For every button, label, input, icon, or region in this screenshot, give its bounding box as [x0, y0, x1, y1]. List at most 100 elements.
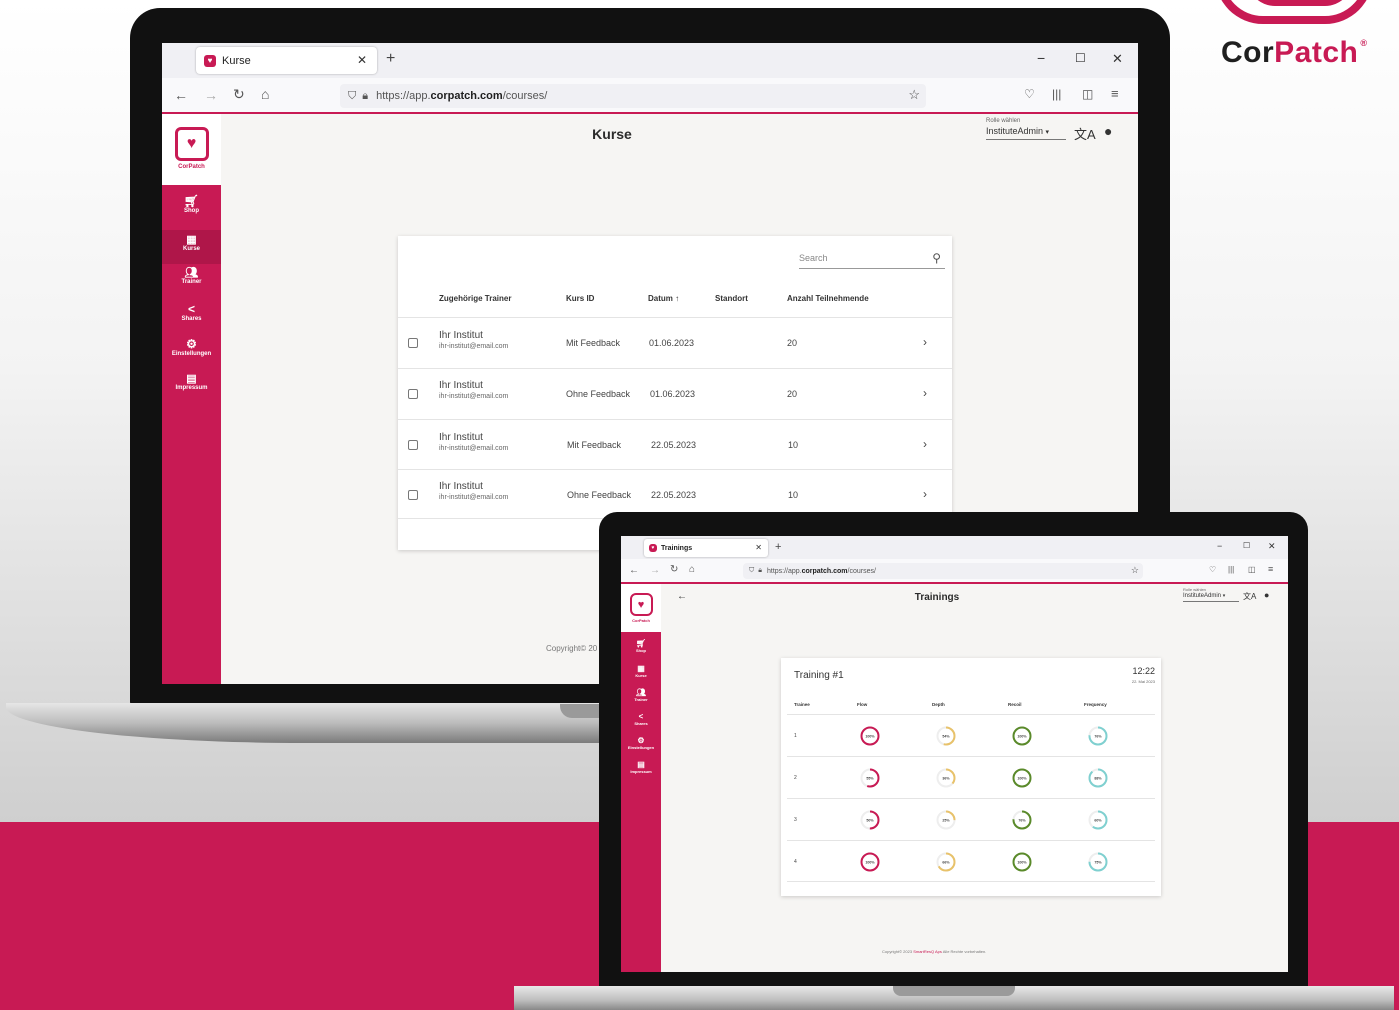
library-icon[interactable]: ||| — [1228, 565, 1234, 574]
minimize-icon[interactable]: − — [1037, 50, 1045, 66]
chevron-right-icon[interactable]: › — [923, 487, 927, 501]
recoil-value-label: 76% — [1018, 819, 1026, 823]
table-row[interactable]: Ihr Institut ihr-institut@email.com Mit F… — [398, 419, 952, 469]
sidebar-item-trainer[interactable]: 👥︎ Trainer — [621, 688, 661, 710]
search-icon[interactable]: ⚲ — [932, 251, 941, 265]
frequency-value-label: 88% — [1094, 777, 1102, 781]
sidebar-toggle-icon[interactable]: ◫ — [1248, 565, 1256, 574]
trainer-email: ihr-institut@email.com — [439, 494, 509, 501]
menu-icon[interactable]: ≡ — [1111, 86, 1119, 101]
address-bar[interactable]: ⛉ 🔒︎ https://app. corpatch.com/courses/ ☆ — [340, 84, 926, 108]
column-header-anzahl[interactable]: Anzahl Teilnehmende — [787, 294, 869, 303]
depth-value-label: 36% — [942, 777, 950, 781]
chevron-right-icon[interactable]: › — [923, 386, 927, 400]
sidebar-item-impressum[interactable]: ▤ Impressum — [162, 372, 221, 406]
tab-kurse[interactable]: Kurse ✕ — [196, 47, 377, 74]
copyright-suffix: Alle Rechte vorbehalten. — [941, 949, 987, 954]
pocket-icon[interactable]: ♡ — [1209, 565, 1216, 574]
close-tab-icon[interactable]: ✕ — [755, 543, 762, 552]
training-title: Training #1 — [794, 670, 844, 681]
close-window-icon[interactable]: ✕ — [1268, 541, 1276, 552]
pocket-icon[interactable]: ♡ — [1024, 87, 1035, 101]
close-tab-icon[interactable]: ✕ — [357, 53, 367, 67]
reload-icon[interactable]: ↻ — [670, 564, 678, 575]
forward-icon[interactable]: → — [204, 87, 218, 103]
cart-icon: 🛒︎ — [635, 639, 647, 648]
sidebar-toggle-icon[interactable]: ◫ — [1082, 87, 1093, 101]
reload-icon[interactable]: ↻ — [233, 86, 245, 103]
copyright-brand: SmartResQ Aps — [913, 949, 942, 954]
recoil-progress-ring: 100% — [1012, 768, 1032, 788]
column-header-trainer[interactable]: Zugehörige Trainer — [439, 294, 511, 303]
address-bar[interactable]: ⛉ 🔒︎ https://app. corpatch.com/courses/ ☆ — [743, 563, 1143, 579]
tab-trainings[interactable]: Trainings ✕ — [644, 539, 768, 557]
page-title: Trainings — [914, 592, 960, 603]
table-row[interactable]: Ihr Institut ihr-institut@email.com Mit F… — [398, 317, 952, 368]
trainer-name: Ihr Institut — [439, 330, 483, 341]
maximize-icon[interactable]: ☐ — [1243, 541, 1250, 550]
kurs-id: Mit Feedback — [567, 440, 622, 450]
column-header-kurs-id[interactable]: Kurs ID — [566, 294, 594, 303]
sidebar-item-einstellungen[interactable]: ⚙ Einstellungen — [162, 337, 221, 371]
trainer-name: Ihr Institut — [439, 481, 483, 492]
column-header-datum[interactable]: Datum ↑ — [648, 294, 679, 303]
sidebar-item-trainer[interactable]: 👥︎ Trainer — [162, 266, 221, 300]
back-icon[interactable]: ← — [174, 87, 188, 103]
sidebar-logo[interactable]: CorPatch — [162, 114, 221, 185]
frequency-progress-ring: 75% — [1088, 852, 1108, 872]
role-selector[interactable]: Rolle wählen InstituteAdmin ▾ — [1183, 587, 1239, 602]
sidebar-item-label: Einstellungen — [171, 351, 212, 357]
sidebar-item-shop[interactable]: 🛒︎ Shop — [162, 194, 221, 228]
translate-icon[interactable]: 文A — [1243, 591, 1256, 602]
maximize-icon[interactable]: ☐ — [1075, 51, 1086, 65]
training-card: Training #1 12:22 22. Mai 2023 Trainee F… — [781, 658, 1161, 896]
forward-icon[interactable]: → — [650, 565, 660, 576]
small-laptop-screen: Trainings ✕ + − ☐ ✕ ← → ↻ ⌂ ⛉ 🔒︎ https:/… — [621, 536, 1288, 972]
sidebar-logo[interactable]: CorPatch — [621, 584, 661, 632]
logo-text-cor: Cor — [1221, 36, 1275, 69]
sidebar-item-impressum[interactable]: ▤ Impressum — [621, 760, 661, 782]
home-icon[interactable]: ⌂ — [689, 564, 695, 575]
translate-icon[interactable]: 文A — [1074, 124, 1096, 143]
tab-title: Kurse — [222, 54, 251, 67]
row-checkbox[interactable] — [408, 389, 418, 399]
row-checkbox[interactable] — [408, 338, 418, 348]
sidebar-item-label: Shop — [636, 648, 646, 653]
sidebar-item-einstellungen[interactable]: ⚙ Einstellungen — [621, 736, 661, 758]
home-icon[interactable]: ⌂ — [261, 86, 269, 102]
app-content: CorPatch 🛒︎Shop ▦Kurse 👥︎Trainer <Shares… — [621, 584, 1288, 972]
nav-bar: ← → ↻ ⌂ ⛉ 🔒︎ https://app. corpatch.com/co… — [621, 559, 1288, 584]
role-selector[interactable]: Rolle wählen InstituteAdmin ▾ — [986, 118, 1066, 140]
sidebar-item-shop[interactable]: 🛒︎ Shop — [621, 639, 661, 661]
account-icon[interactable]: ● — [1264, 590, 1269, 600]
bookmark-star-icon[interactable]: ☆ — [908, 87, 920, 103]
close-window-icon[interactable]: ✕ — [1112, 51, 1123, 67]
trainer-name: Ihr Institut — [439, 380, 483, 391]
library-icon[interactable]: ||| — [1052, 87, 1061, 101]
sidebar-item-kurse[interactable]: ▦ Kurse — [621, 664, 661, 686]
new-tab-icon[interactable]: + — [775, 541, 781, 553]
sidebar-item-shares[interactable]: < Shares — [162, 302, 221, 336]
corpatch-logo-icon — [174, 127, 209, 161]
chevron-right-icon[interactable]: › — [923, 335, 927, 349]
column-header-standort[interactable]: Standort — [715, 294, 748, 303]
search-field[interactable]: Search ⚲ — [799, 251, 945, 269]
back-icon[interactable]: ← — [629, 565, 639, 576]
flow-value-label: 50% — [866, 819, 874, 823]
chevron-right-icon[interactable]: › — [923, 437, 927, 451]
shield-icon: ⛉ — [749, 567, 755, 574]
account-icon[interactable]: ● — [1104, 123, 1112, 139]
sidebar-item-shares[interactable]: < Shares — [621, 712, 661, 734]
row-checkbox[interactable] — [408, 440, 418, 450]
row-checkbox[interactable] — [408, 490, 418, 500]
back-arrow-icon[interactable]: ← — [677, 591, 687, 602]
new-tab-icon[interactable]: + — [386, 50, 395, 68]
nav-bar: ← → ↻ ⌂ ⛉ 🔒︎ https://app. corpatch.com/co… — [162, 78, 1138, 114]
people-icon: 👥︎ — [184, 267, 199, 279]
menu-icon[interactable]: ≡ — [1268, 564, 1273, 574]
chart-icon: ▦ — [186, 234, 197, 246]
sidebar-item-kurse[interactable]: ▦ Kurse — [162, 230, 221, 264]
minimize-icon[interactable]: − — [1217, 541, 1222, 551]
bookmark-star-icon[interactable]: ☆ — [1131, 565, 1139, 576]
table-row[interactable]: Ihr Institut ihr-institut@email.com Ohne … — [398, 368, 952, 419]
